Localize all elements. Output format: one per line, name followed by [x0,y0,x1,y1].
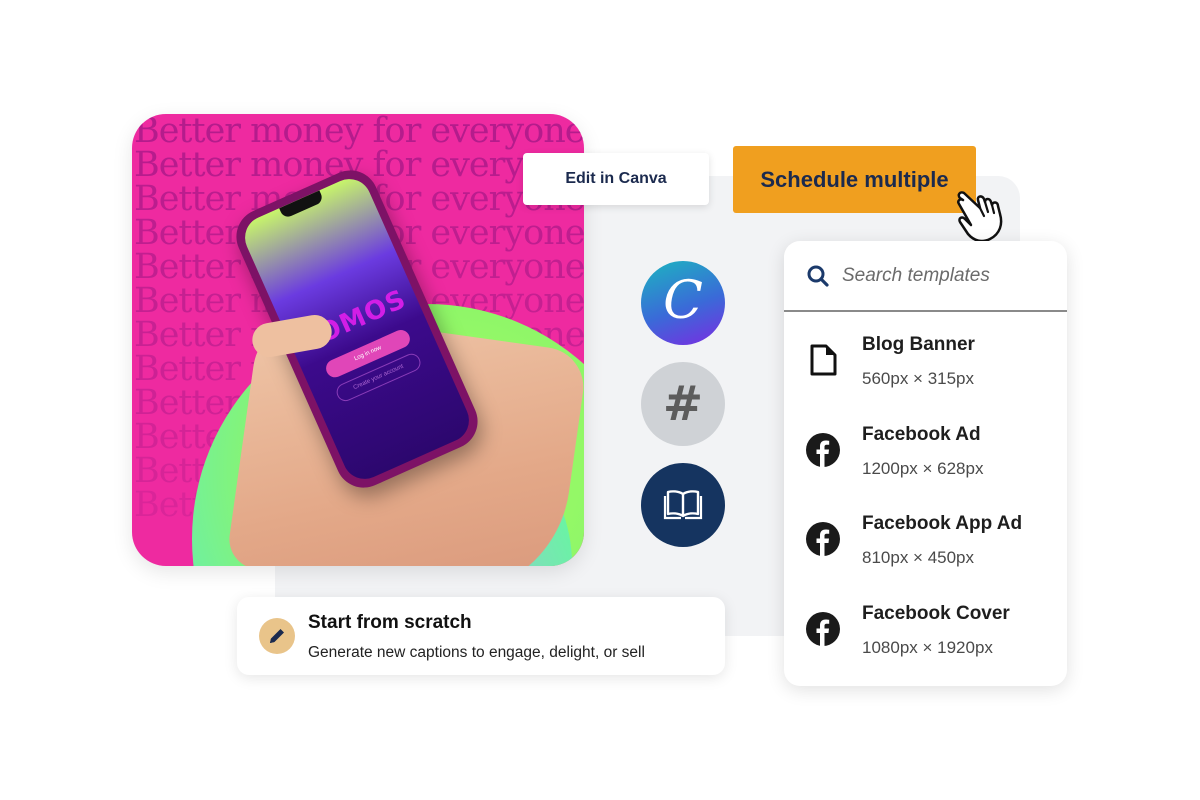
book-icon[interactable] [641,463,725,547]
facebook-icon [806,522,840,556]
facebook-icon [806,432,840,467]
start-from-scratch-card[interactable]: Start from scratch Generate new captions… [237,597,725,675]
facebook-icon [806,611,840,646]
template-item-facebook-app-ad[interactable]: Facebook App Ad 810px × 450px [784,497,1067,587]
template-item-facebook-cover[interactable]: Facebook Cover 1080px × 1920px [784,587,1067,677]
schedule-multiple-button[interactable]: Schedule multiple [733,146,976,213]
template-size: 1200px × 628px [862,458,984,478]
document-icon [810,344,837,376]
canva-glyph: C [663,271,703,331]
edit-in-canva-button[interactable]: Edit in Canva [523,153,709,205]
template-name: Blog Banner [862,334,975,355]
template-size: 1080px × 1920px [862,637,993,657]
hashtag-icon[interactable]: # [641,362,725,446]
template-list: Blog Banner 560px × 315px Facebook Ad 12… [784,312,1067,676]
template-name: Facebook Ad [862,423,981,445]
template-item-blog-banner[interactable]: Blog Banner 560px × 315px [784,318,1067,408]
search-icon [807,265,829,287]
slogan-line: Better money for everyone [134,114,584,151]
template-size: 560px × 315px [862,369,975,388]
pointer-hand-cursor-icon [957,191,1003,243]
template-name: Facebook App Ad [862,513,1023,534]
scratch-subtitle: Generate new captions to engage, delight… [308,644,645,661]
templates-panel: Blog Banner 560px × 315px Facebook Ad 12… [784,241,1067,686]
pen-icon-circle [259,618,295,654]
template-search [784,241,1067,312]
template-name: Facebook Cover [862,602,1010,624]
canva-icon[interactable]: C [641,261,725,345]
open-book-icon [663,490,703,520]
hero-image: Better money for everyone Better money fo… [132,114,584,566]
pencil-icon [270,629,284,643]
hashtag-glyph: # [662,376,704,432]
template-size: 810px × 450px [862,548,975,567]
template-item-facebook-ad[interactable]: Facebook Ad 1200px × 628px [784,408,1067,498]
scratch-title: Start from scratch [308,612,472,633]
search-templates-input[interactable] [842,264,1042,287]
